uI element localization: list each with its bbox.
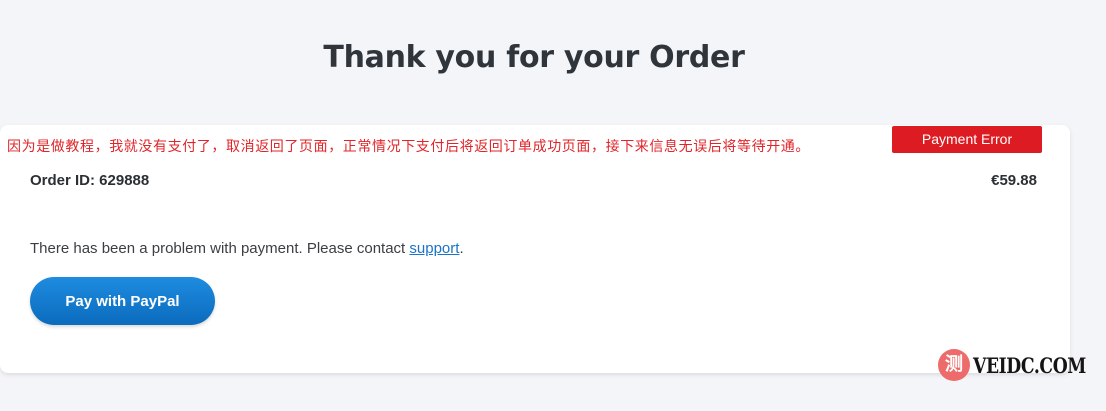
message-period: .: [459, 240, 464, 257]
watermark-seal-icon: 测: [938, 349, 970, 381]
support-link[interactable]: support: [409, 240, 459, 257]
page-title: Thank you for your Order: [323, 40, 745, 75]
order-total: €59.88: [991, 172, 1037, 189]
payment-problem-message: There has been a problem with payment. P…: [30, 240, 464, 257]
pay-with-paypal-button[interactable]: Pay with PayPal: [30, 277, 215, 325]
tutorial-annotation: 因为是做教程，我就没有支付了，取消返回了页面，正常情况下支付后将返回订单成功页面…: [7, 139, 810, 155]
watermark-text: VEIDC.COM: [973, 352, 1086, 378]
order-id: Order ID: 629888: [30, 172, 150, 189]
payment-error-badge: Payment Error: [892, 126, 1042, 153]
watermark-logo: 测 VEIDC.COM: [938, 348, 1106, 382]
message-text: There has been a problem with payment. P…: [30, 240, 410, 257]
